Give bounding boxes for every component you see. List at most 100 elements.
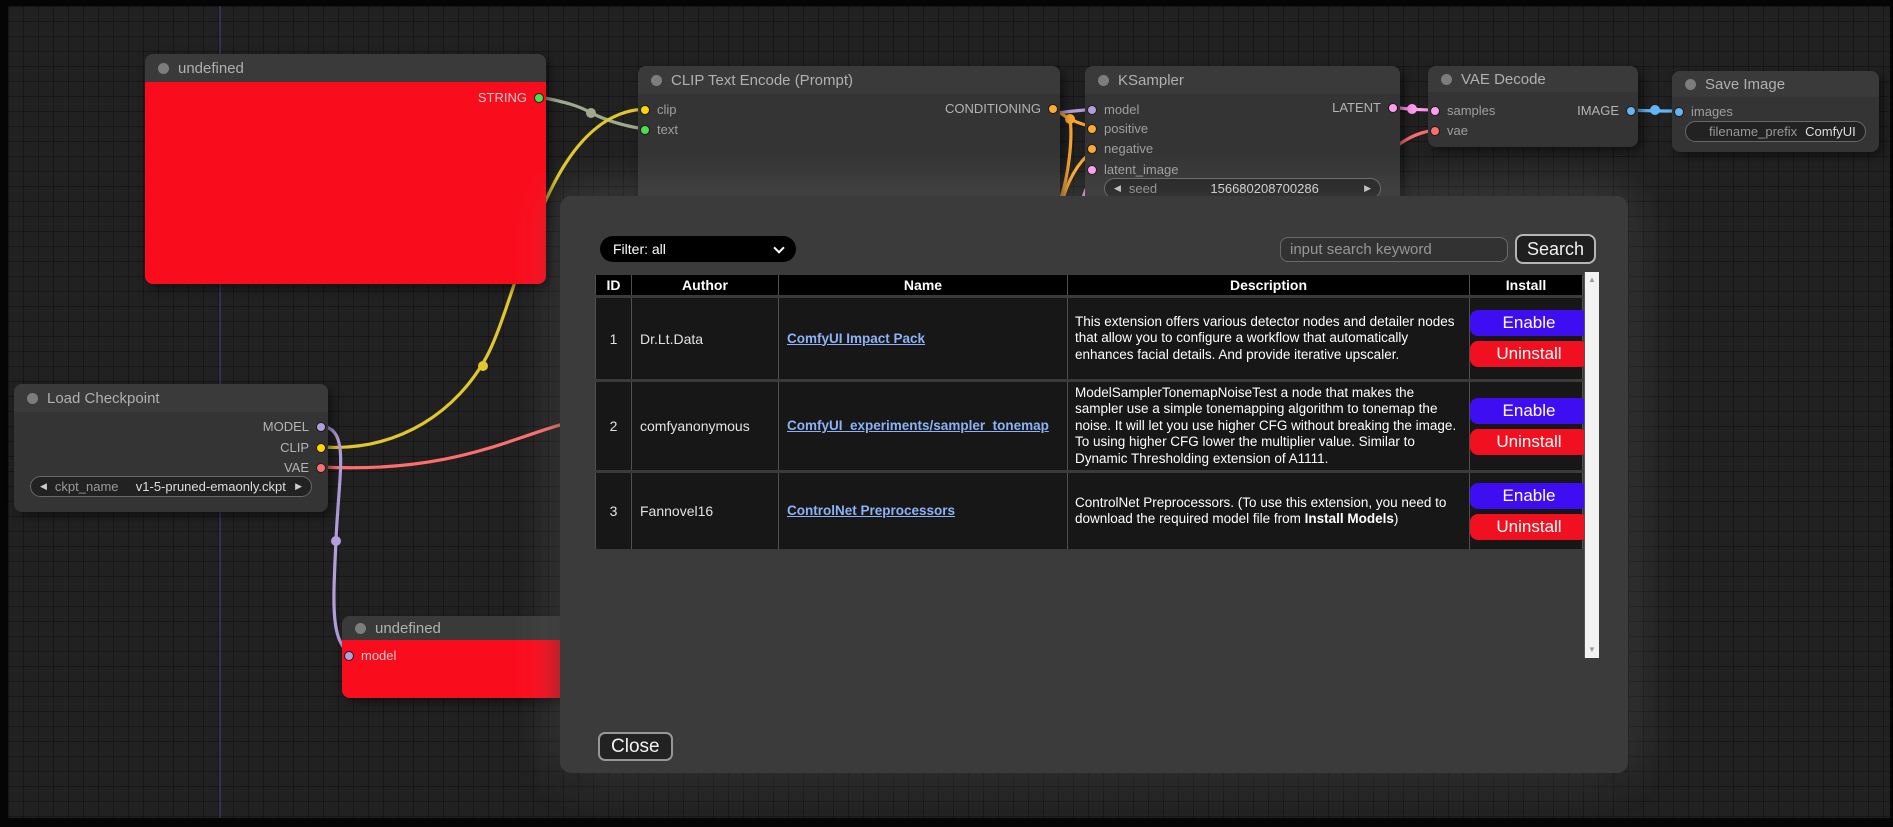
cell-author: Dr.Lt.Data bbox=[632, 298, 779, 379]
node-undefined-1[interactable]: undefined STRING bbox=[145, 54, 546, 284]
table-row: 1Dr.Lt.DataComfyUI Impact PackThis exten… bbox=[595, 298, 1583, 379]
output-label: CLIP bbox=[280, 440, 309, 455]
input-dot[interactable] bbox=[1087, 144, 1097, 154]
output-dot[interactable] bbox=[1388, 103, 1398, 113]
input-dot[interactable] bbox=[1087, 124, 1097, 134]
input-dot[interactable] bbox=[1430, 126, 1440, 136]
uninstall-button[interactable]: Uninstall bbox=[1470, 514, 1584, 540]
input-label: text bbox=[657, 122, 678, 137]
input-label: vae bbox=[1447, 123, 1468, 138]
node-collapse-dot[interactable] bbox=[651, 75, 662, 86]
table-header-row: IDAuthorNameDescriptionInstall bbox=[595, 275, 1583, 295]
link-latent-to-samples-dot[interactable] bbox=[1407, 104, 1417, 114]
input-port-negative[interactable]: negative bbox=[1087, 142, 1160, 155]
node-collapse-dot[interactable] bbox=[27, 393, 38, 404]
input-port-images[interactable]: images bbox=[1674, 105, 1740, 118]
output-label: IMAGE bbox=[1577, 103, 1619, 118]
output-port-VAE[interactable]: VAE bbox=[277, 461, 326, 474]
node-collapse-dot[interactable] bbox=[158, 63, 169, 74]
node-collapse-dot[interactable] bbox=[1098, 75, 1109, 86]
table-scrollbar[interactable]: ▲ ▼ bbox=[1584, 272, 1599, 658]
output-dot[interactable] bbox=[1048, 104, 1058, 114]
widget-label: seed bbox=[1129, 181, 1157, 196]
output-dot[interactable] bbox=[316, 443, 326, 453]
output-port-CLIP[interactable]: CLIP bbox=[273, 441, 326, 454]
cell-id: 1 bbox=[595, 298, 632, 379]
widget-filename_prefix[interactable]: filename_prefixComfyUI bbox=[1685, 121, 1866, 142]
node-collapse-dot[interactable] bbox=[1441, 74, 1452, 85]
node-save-image[interactable]: Save Image images filename_prefixComfyUI bbox=[1672, 71, 1879, 152]
node-title-bar[interactable]: CLIP Text Encode (Prompt) bbox=[638, 66, 1060, 94]
input-dot[interactable] bbox=[1430, 106, 1440, 116]
output-port-LATENT[interactable]: LATENT bbox=[1325, 101, 1398, 114]
extension-link[interactable]: ControlNet Preprocessors bbox=[787, 503, 955, 518]
input-label: model bbox=[1104, 102, 1139, 117]
scroll-up-icon[interactable]: ▲ bbox=[1585, 276, 1599, 284]
input-dot[interactable] bbox=[1087, 165, 1097, 175]
link-string-to-text-dot[interactable] bbox=[586, 108, 596, 118]
input-port-positive[interactable]: positive bbox=[1087, 122, 1155, 135]
output-port-IMAGE[interactable]: IMAGE bbox=[1570, 104, 1636, 117]
cell-description: ControlNet Preprocessors. (To use this e… bbox=[1068, 473, 1470, 549]
uninstall-button[interactable]: Uninstall bbox=[1470, 341, 1584, 367]
increment-arrow-icon[interactable]: ▶ bbox=[295, 482, 302, 491]
output-port-CONDITIONING[interactable]: CONDITIONING bbox=[938, 102, 1058, 115]
enable-button[interactable]: Enable bbox=[1470, 398, 1584, 424]
widget-ckpt_name[interactable]: ◀ckpt_namev1-5-pruned-emaonly.ckpt▶ bbox=[30, 476, 312, 497]
close-button[interactable]: Close bbox=[598, 732, 673, 761]
node-collapse-dot[interactable] bbox=[1685, 79, 1696, 90]
output-dot[interactable] bbox=[316, 463, 326, 473]
output-dot[interactable] bbox=[316, 422, 326, 432]
table-row: 3Fannovel16ControlNet PreprocessorsContr… bbox=[595, 473, 1583, 549]
link-clip-to-clip-dot[interactable] bbox=[478, 361, 488, 371]
widget-value: v1-5-pruned-emaonly.ckpt bbox=[127, 479, 296, 494]
node-title-bar[interactable]: undefined bbox=[145, 54, 546, 82]
decrement-arrow-icon[interactable]: ◀ bbox=[1114, 184, 1121, 193]
node-title-bar[interactable]: Save Image bbox=[1672, 71, 1879, 97]
output-dot[interactable] bbox=[1626, 106, 1636, 116]
input-port-latent_image[interactable]: latent_image bbox=[1087, 163, 1185, 176]
node-ksampler[interactable]: KSampler model positive negative latent_imag… bbox=[1085, 66, 1400, 214]
uninstall-button[interactable]: Uninstall bbox=[1470, 429, 1584, 455]
input-dot[interactable] bbox=[1674, 107, 1684, 117]
extension-link[interactable]: ComfyUI_experiments/sampler_tonemap bbox=[787, 418, 1049, 433]
input-dot[interactable] bbox=[1087, 105, 1097, 115]
input-dot[interactable] bbox=[344, 651, 354, 661]
input-port-samples[interactable]: samples bbox=[1430, 104, 1502, 117]
search-button[interactable]: Search bbox=[1515, 234, 1596, 264]
extensions-table-scroll: IDAuthorNameDescriptionInstall 1Dr.Lt.Da… bbox=[595, 272, 1584, 658]
search-input[interactable] bbox=[1280, 237, 1508, 262]
output-port-STRING[interactable]: STRING bbox=[471, 91, 544, 104]
enable-button[interactable]: Enable bbox=[1470, 483, 1584, 509]
input-port-model[interactable]: model bbox=[1087, 103, 1146, 116]
node-title-bar[interactable]: KSampler bbox=[1085, 66, 1400, 94]
input-port-text[interactable]: text bbox=[640, 123, 685, 136]
cell-install: Enable Uninstall bbox=[1470, 473, 1583, 549]
node-title: CLIP Text Encode (Prompt) bbox=[671, 72, 853, 89]
cell-author: comfyanonymous bbox=[632, 382, 779, 470]
input-port-vae[interactable]: vae bbox=[1430, 124, 1475, 137]
filter-dropdown[interactable]: Filter: all bbox=[600, 236, 796, 262]
node-vae-decode[interactable]: VAE Decode samples vae IMAGE bbox=[1428, 66, 1638, 147]
input-port-clip[interactable]: clip bbox=[640, 103, 684, 116]
link-image-to-images-dot[interactable] bbox=[1650, 105, 1660, 115]
input-port-model[interactable]: model bbox=[344, 649, 403, 662]
scroll-down-icon[interactable]: ▼ bbox=[1585, 646, 1599, 654]
input-dot[interactable] bbox=[640, 105, 650, 115]
enable-button[interactable]: Enable bbox=[1470, 310, 1584, 336]
input-label: latent_image bbox=[1104, 162, 1178, 177]
custom-nodes-manager-dialog: Filter: all Search IDAuthorNameDescripti… bbox=[560, 196, 1628, 773]
output-dot[interactable] bbox=[534, 93, 544, 103]
decrement-arrow-icon[interactable]: ◀ bbox=[40, 482, 47, 491]
input-dot[interactable] bbox=[640, 125, 650, 135]
output-label: MODEL bbox=[263, 419, 309, 434]
node-load-checkpoint[interactable]: Load Checkpoint MODEL CLIP VAE ◀ckpt_namev1-… bbox=[14, 384, 328, 512]
increment-arrow-icon[interactable]: ▶ bbox=[1364, 184, 1371, 193]
node-collapse-dot[interactable] bbox=[355, 623, 366, 634]
node-title-bar[interactable]: VAE Decode bbox=[1428, 66, 1638, 92]
column-header-id: ID bbox=[595, 275, 632, 295]
extension-link[interactable]: ComfyUI Impact Pack bbox=[787, 331, 925, 346]
link-model-to-undefined-dot[interactable] bbox=[331, 536, 341, 546]
node-title-bar[interactable]: Load Checkpoint bbox=[14, 384, 328, 412]
output-port-MODEL[interactable]: MODEL bbox=[256, 420, 326, 433]
